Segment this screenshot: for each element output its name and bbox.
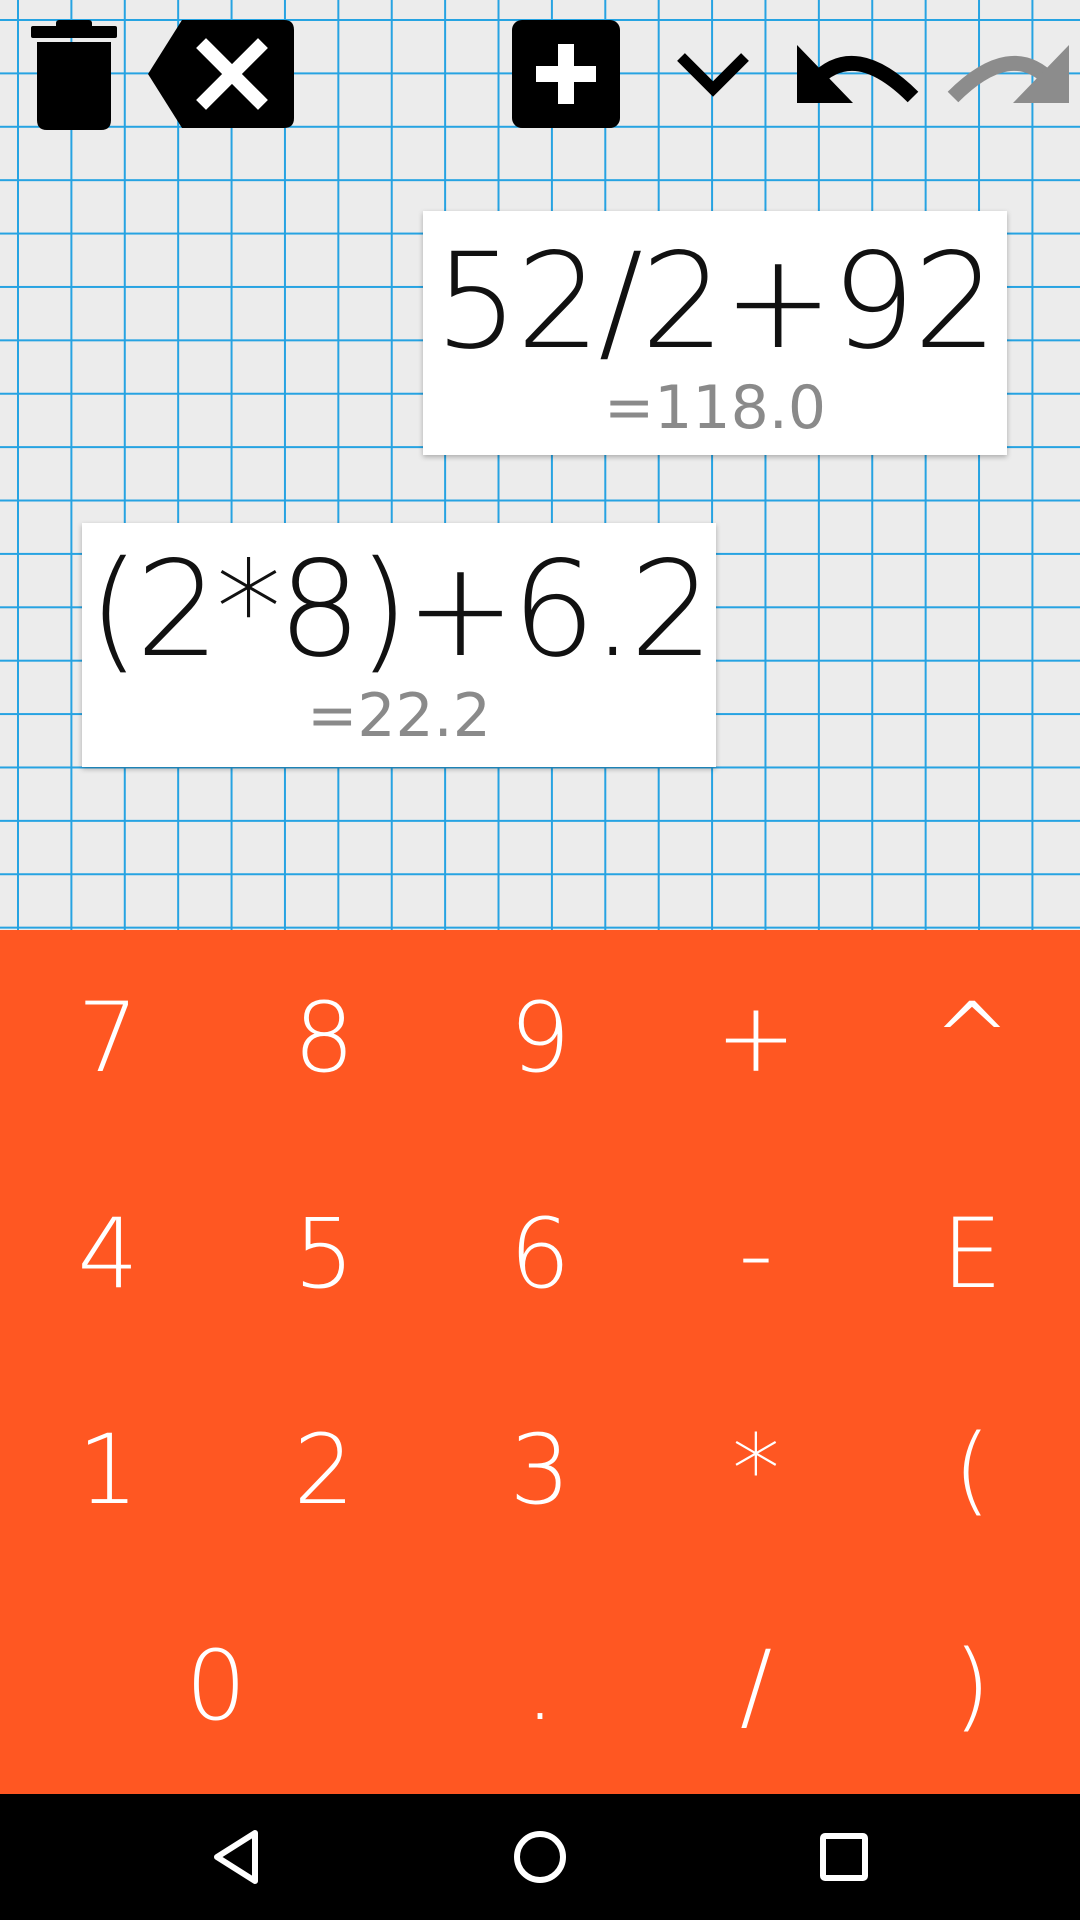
- expression-text: 52/2+92: [434, 225, 998, 379]
- nav-home-button[interactable]: [500, 1817, 580, 1897]
- key-exponent[interactable]: E: [864, 1146, 1080, 1362]
- expression-text: (2*8)+6.2: [88, 533, 714, 687]
- nav-back-button[interactable]: [196, 1817, 276, 1897]
- key-power[interactable]: ^: [864, 930, 1080, 1146]
- recents-icon: [820, 1833, 868, 1881]
- key-5[interactable]: 5: [216, 1146, 432, 1362]
- key-0[interactable]: 0: [108, 1578, 324, 1794]
- expression-result: =118.0: [603, 373, 827, 443]
- expression-card[interactable]: (2*8)+6.2 =22.2: [82, 523, 716, 767]
- trash-icon: [31, 20, 117, 130]
- add-box-icon: [512, 20, 620, 128]
- key-close-paren[interactable]: ): [864, 1578, 1080, 1794]
- nav-recents-button[interactable]: [804, 1817, 884, 1897]
- undo-icon: [797, 45, 919, 103]
- redo-button[interactable]: [940, 14, 1074, 134]
- key-3[interactable]: 3: [432, 1362, 648, 1578]
- undo-button[interactable]: [792, 14, 926, 134]
- add-expression-button[interactable]: [508, 14, 624, 134]
- navigation-bar: [0, 1794, 1080, 1920]
- key-minus[interactable]: -: [648, 1146, 864, 1362]
- keypad: 7 8 9 + ^ 4 5 6 - E 1 2 3 * ( 0 . / ): [0, 930, 1080, 1794]
- key-7[interactable]: 7: [0, 930, 216, 1146]
- backspace-icon: [148, 20, 294, 128]
- expression-result: =22.2: [307, 681, 491, 751]
- key-divide[interactable]: /: [648, 1578, 864, 1794]
- redo-icon: [947, 45, 1069, 103]
- backspace-button[interactable]: [144, 14, 298, 134]
- trash-button[interactable]: [24, 14, 124, 134]
- chevron-down-icon: [677, 53, 749, 97]
- key-1[interactable]: 1: [0, 1362, 216, 1578]
- key-2[interactable]: 2: [216, 1362, 432, 1578]
- key-multiply[interactable]: *: [648, 1362, 864, 1578]
- back-icon: [214, 1830, 258, 1884]
- key-plus[interactable]: +: [648, 930, 864, 1146]
- key-9[interactable]: 9: [432, 930, 648, 1146]
- home-icon: [514, 1831, 566, 1883]
- key-6[interactable]: 6: [432, 1146, 648, 1362]
- grid-canvas[interactable]: 52/2+92 =118.0 (2*8)+6.2 =22.2: [0, 0, 1080, 930]
- key-8[interactable]: 8: [216, 930, 432, 1146]
- key-open-paren[interactable]: (: [864, 1362, 1080, 1578]
- key-decimal[interactable]: .: [432, 1578, 648, 1794]
- expression-card[interactable]: 52/2+92 =118.0: [423, 211, 1007, 455]
- key-4[interactable]: 4: [0, 1146, 216, 1362]
- collapse-button[interactable]: [666, 14, 760, 134]
